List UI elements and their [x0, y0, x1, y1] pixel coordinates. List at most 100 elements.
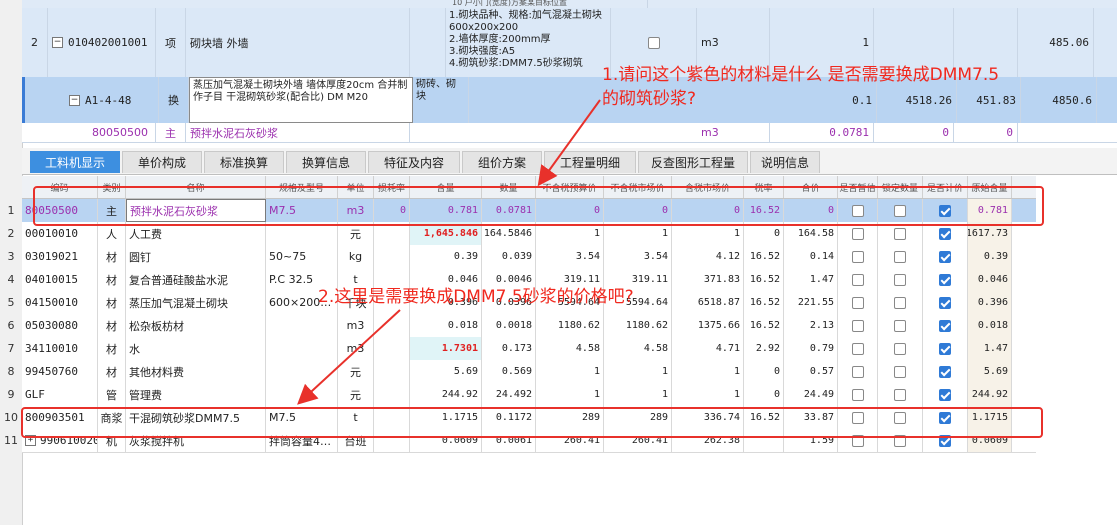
column-header-quantity[interactable]: 数量	[482, 176, 536, 198]
cell-content[interactable]: 1,645.846	[410, 222, 482, 245]
column-header-original-content[interactable]: 原始含量	[968, 176, 1012, 198]
estimate-checkbox[interactable]	[851, 250, 864, 263]
cell-name[interactable]: 蒸压加气混凝土砌块	[126, 291, 266, 314]
estimate-checkbox[interactable]	[851, 411, 864, 424]
table-row[interactable]: 05030080 材松杂板枋材 m3 0.018 0.0018 1180.62 1180.6…	[22, 314, 1036, 338]
is-priced-checkbox[interactable]	[939, 434, 951, 447]
cell-name[interactable]: 管理费	[126, 383, 266, 406]
tab-standard-conversion[interactable]: 标准换算	[204, 151, 284, 173]
is-priced-checkbox[interactable]	[939, 319, 951, 332]
cell-name[interactable]: 水	[126, 337, 266, 360]
cell-content[interactable]: 1.7301	[410, 337, 482, 360]
is-priced-checkbox[interactable]	[939, 250, 951, 263]
table-row[interactable]: 800903501 商浆 干混砌筑砂浆DMM7.5 M7.5 t 1.1715 0.1172…	[22, 406, 1036, 430]
cell-quantity[interactable]: 0.173	[482, 337, 536, 360]
tab-unit-price[interactable]: 单价构成	[122, 151, 202, 173]
lock-quantity-checkbox[interactable]	[894, 319, 906, 332]
tab-labor-material[interactable]: 工料机显示	[30, 151, 120, 173]
is-priced-checkbox[interactable]	[939, 388, 951, 401]
cell-quantity[interactable]: 0.039	[482, 245, 536, 268]
row2-checkbox[interactable]	[647, 36, 660, 49]
column-header-market-price[interactable]: 不含税市场价	[604, 176, 672, 198]
column-header-tax-rate[interactable]: 税率	[744, 176, 784, 198]
lock-quantity-checkbox[interactable]	[894, 411, 906, 424]
column-header-sum[interactable]: 合价	[784, 176, 838, 198]
estimate-checkbox[interactable]	[851, 273, 864, 286]
is-priced-checkbox[interactable]	[939, 296, 951, 309]
cell-quantity[interactable]: 164.5846	[482, 222, 536, 245]
column-header-spec[interactable]: 规格及型号	[266, 176, 338, 198]
cell-quantity[interactable]: 0.569	[482, 360, 536, 383]
lock-quantity-checkbox[interactable]	[894, 388, 906, 401]
column-header-loss-rate[interactable]: 损耗率	[374, 176, 410, 198]
cell-content[interactable]: 0.781	[410, 199, 482, 222]
lock-quantity-checkbox[interactable]	[894, 434, 906, 447]
column-header-estimate[interactable]: 是否暂估	[838, 176, 878, 198]
lock-quantity-checkbox[interactable]	[894, 273, 906, 286]
column-header-is-priced[interactable]: 是否计价	[923, 176, 968, 198]
cell-quantity[interactable]: 0.0018	[482, 314, 536, 337]
cell-content[interactable]: 0.39	[410, 245, 482, 268]
cell-quantity[interactable]: 0.0061	[482, 429, 536, 452]
column-header-lock-quantity[interactable]: 锁定数量	[878, 176, 923, 198]
tab-conversion-info[interactable]: 换算信息	[286, 151, 366, 173]
cell-content[interactable]: 1.1715	[410, 406, 482, 429]
tab-pricing-scheme[interactable]: 组价方案	[462, 151, 542, 173]
table-row[interactable]: +990610020 机灰浆搅拌机 拌筒容量4… 台班 0.0609 0.0061 260.…	[22, 429, 1036, 453]
estimate-checkbox[interactable]	[851, 296, 864, 309]
cell-name[interactable]: 灰浆搅拌机	[126, 429, 266, 452]
table-row[interactable]: 00010010 人人工费元 1,645.846 164.5846 1 1 1 0 164.58…	[22, 222, 1036, 246]
column-header-content[interactable]: 含量	[410, 176, 482, 198]
table-row[interactable]: 80050500 主预拌水泥石灰砂浆 M7.5 m3 0 0.781 0.0781 0 0 0 16…	[22, 199, 1036, 223]
tab-notes[interactable]: 说明信息	[750, 151, 820, 173]
estimate-checkbox[interactable]	[851, 342, 864, 355]
cell-name[interactable]: 圆钉	[126, 245, 266, 268]
is-priced-checkbox[interactable]	[939, 342, 951, 355]
estimate-checkbox[interactable]	[851, 319, 864, 332]
column-header-budget-price[interactable]: 不含税预算价	[536, 176, 604, 198]
column-header-code[interactable]: 编码	[22, 176, 98, 198]
estimate-checkbox[interactable]	[851, 204, 864, 217]
lock-quantity-checkbox[interactable]	[894, 296, 906, 309]
cell-name[interactable]: 复合普通硅酸盐水泥	[126, 268, 266, 291]
cell-quantity[interactable]: 0.0781	[482, 199, 536, 222]
lock-quantity-checkbox[interactable]	[894, 204, 906, 217]
column-header-name[interactable]: 名称	[126, 176, 266, 198]
estimate-checkbox[interactable]	[851, 365, 864, 378]
cell-name[interactable]: 预拌水泥石灰砂浆	[126, 199, 266, 222]
item-name-editor[interactable]: 蒸压加气混凝土砌块外墙 墙体厚度20cm 合并制作子目 干混砌筑砂浆(配合比) …	[189, 77, 413, 123]
cell-content[interactable]: 0.018	[410, 314, 482, 337]
cell-quantity[interactable]: 0.1172	[482, 406, 536, 429]
cell-content[interactable]: 0.0609	[410, 429, 482, 452]
table-row[interactable]: 99450760 材其他材料费元 5.69 0.569 1 1 1 0 0.57 5.69	[22, 360, 1036, 384]
column-header-unit[interactable]: 单位	[338, 176, 374, 198]
tab-graphic-quantity[interactable]: 反查图形工程量	[638, 151, 748, 173]
estimate-checkbox[interactable]	[851, 388, 864, 401]
cell-content[interactable]: 244.92	[410, 383, 482, 406]
table-row[interactable]: 34110010 材水 m3 1.7301 0.173 4.58 4.58 4.71 2.92 0…	[22, 337, 1036, 361]
collapse-icon[interactable]: −	[69, 94, 80, 106]
estimate-checkbox[interactable]	[851, 434, 864, 447]
is-priced-checkbox[interactable]	[939, 365, 951, 378]
estimate-checkbox[interactable]	[851, 227, 864, 240]
table-row[interactable]: GLF 管管理费元 244.92 24.492 1 1 1 0 24.49 244.92	[22, 383, 1036, 407]
expand-icon[interactable]: +	[25, 435, 36, 446]
lock-quantity-checkbox[interactable]	[894, 250, 906, 263]
is-priced-checkbox[interactable]	[939, 411, 951, 424]
list-row-4[interactable]: 80050500 主 预拌水泥石灰砂浆 m3 0.0781 0 0	[22, 123, 1117, 143]
column-header-tax-market-price[interactable]: 含税市场价	[672, 176, 744, 198]
cell-name[interactable]: 干混砌筑砂浆DMM7.5	[126, 406, 266, 429]
table-row[interactable]: 03019021 材圆钉 50~75 kg 0.39 0.039 3.54 3.54 4.12 1…	[22, 245, 1036, 269]
is-priced-checkbox[interactable]	[939, 227, 951, 240]
lock-quantity-checkbox[interactable]	[894, 342, 906, 355]
tab-features[interactable]: 特征及内容	[368, 151, 460, 173]
cell-name[interactable]: 松杂板枋材	[126, 314, 266, 337]
is-priced-checkbox[interactable]	[939, 204, 951, 217]
lock-quantity-checkbox[interactable]	[894, 227, 906, 240]
cell-content[interactable]: 5.69	[410, 360, 482, 383]
cell-name[interactable]: 其他材料费	[126, 360, 266, 383]
is-priced-checkbox[interactable]	[939, 273, 951, 286]
cell-name[interactable]: 人工费	[126, 222, 266, 245]
lock-quantity-checkbox[interactable]	[894, 365, 906, 378]
collapse-icon[interactable]: −	[52, 37, 63, 48]
